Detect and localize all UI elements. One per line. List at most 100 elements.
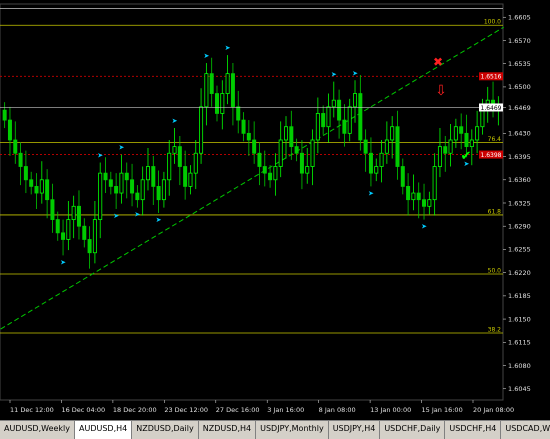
price-chart[interactable]: 100.0 76.4 61.8 50.0 38.2 1.6516 1.6398 ➤ ➤ ➤ ➤ ➤ ➤ ➤… — [0, 0, 550, 420]
candle-body — [448, 139, 453, 154]
candle-body — [7, 119, 12, 141]
candle-body — [183, 166, 188, 187]
fractal-down-icon: ➤ — [368, 189, 374, 197]
chart-tab[interactable]: USDCHF,H4 — [445, 421, 502, 439]
candle-body — [167, 152, 172, 181]
y-tick-label: 1.6395 — [508, 153, 531, 161]
fractal-up-icon: ➤ — [97, 152, 103, 160]
candle-body — [161, 179, 166, 201]
candle-body — [294, 146, 299, 154]
candle-body — [331, 99, 336, 108]
candle-body — [135, 192, 140, 201]
candle-body — [437, 146, 442, 167]
candle-body — [289, 126, 294, 148]
candle-body — [45, 179, 50, 201]
candle-body — [241, 119, 246, 134]
candle-body — [220, 93, 225, 114]
chart-tab[interactable]: AUDUSD,Weekly — [0, 421, 75, 439]
candle-body — [459, 126, 464, 134]
candle-body — [66, 219, 71, 240]
x-tick-label: 11 Dec 12:00 — [10, 406, 54, 414]
y-tick-label: 1.6150 — [508, 315, 531, 323]
chart-tab[interactable]: NZDUSD,Daily — [132, 421, 199, 439]
candle-body — [114, 186, 119, 194]
candle-body — [39, 179, 44, 194]
candle-body — [326, 106, 331, 128]
candle-body — [92, 219, 97, 254]
candle-body — [82, 225, 87, 240]
candle-body — [406, 186, 411, 201]
candle-body — [395, 126, 400, 167]
chart-tab[interactable]: AUDUSD,H4 — [75, 421, 133, 439]
candle-body — [29, 179, 34, 187]
fractal-down-icon: ➤ — [60, 258, 66, 266]
candle-body — [353, 93, 358, 108]
fractal-up-icon: ➤ — [119, 144, 125, 152]
candle-body — [342, 119, 347, 134]
candle-body — [172, 146, 177, 154]
candle-body — [379, 152, 384, 167]
candle-body — [390, 126, 395, 141]
candle-body — [87, 239, 92, 254]
candle-body — [310, 139, 315, 167]
fib-level-label: 100.0 — [484, 19, 501, 26]
candle-body — [61, 232, 66, 240]
candle-body — [453, 126, 458, 141]
candle-body — [193, 152, 198, 174]
fractal-up-icon: ➤ — [352, 69, 358, 77]
candle-body — [400, 166, 405, 187]
fractal-down-icon: ➤ — [134, 211, 140, 219]
candle-body — [278, 139, 283, 167]
fractal-up-icon: ➤ — [225, 44, 231, 52]
fib-level-label: 76.4 — [488, 136, 502, 143]
candle-body — [18, 152, 23, 167]
chart-tab[interactable]: USDJPY,Monthly — [256, 421, 329, 439]
candle-body — [384, 139, 389, 154]
chart-tab[interactable]: USDCAD,Week — [501, 421, 550, 439]
candle-body — [262, 166, 267, 174]
y-tick-label: 1.6430 — [508, 130, 531, 138]
candle-body — [257, 152, 262, 167]
x-tick-label: 16 Dec 04:00 — [61, 406, 105, 414]
chart-tab[interactable]: USDCHF,Daily — [380, 421, 446, 439]
candle-body — [214, 93, 219, 114]
fib-level-label: 38.2 — [488, 327, 502, 334]
cross-icon: ✖ — [433, 55, 443, 69]
candle-body — [188, 172, 193, 187]
x-tick-label: 20 Jan 08:00 — [473, 406, 514, 414]
fib-level-label: 50.0 — [488, 267, 502, 274]
candle-body — [464, 132, 469, 148]
chart-canvas[interactable]: 100.0 76.4 61.8 50.0 38.2 1.6516 1.6398 ➤ ➤ ➤ ➤ ➤ ➤ ➤… — [0, 0, 550, 420]
candle-body — [55, 219, 60, 234]
y-tick-label: 1.6045 — [508, 385, 531, 393]
y-tick-label: 1.6220 — [508, 269, 531, 277]
x-tick-label: 23 Dec 12:00 — [164, 406, 208, 414]
candle-body — [469, 139, 474, 148]
candle-body — [236, 106, 241, 121]
candle-body — [108, 179, 113, 187]
candle-body — [76, 205, 81, 227]
candle-body — [299, 152, 304, 174]
candle-body — [422, 199, 427, 207]
candle-body — [246, 132, 251, 141]
candle-body — [416, 192, 421, 201]
chart-tab[interactable]: NZDUSD,H4 — [199, 421, 257, 439]
chart-tab[interactable]: USDJPY,H4 — [329, 421, 381, 439]
candle-body — [199, 106, 204, 154]
check-icon: ✔ — [461, 149, 472, 164]
fractal-up-icon: ➤ — [172, 117, 178, 125]
candle-body — [34, 186, 39, 194]
fib-level-label: 61.8 — [488, 208, 502, 215]
x-tick-label: 27 Dec 16:00 — [216, 406, 260, 414]
candle-body — [230, 73, 235, 108]
y-tick-label: 1.6605 — [508, 14, 531, 22]
down-arrow-icon: ⇩ — [435, 83, 447, 99]
candle-body — [225, 73, 230, 94]
candle-body — [374, 166, 379, 174]
candle-body — [252, 139, 257, 154]
x-tick-label: 15 Jan 16:00 — [422, 406, 463, 414]
y-tick-label: 1.6185 — [508, 292, 531, 300]
candle-body — [363, 139, 368, 154]
x-tick-label: 18 Dec 20:00 — [113, 406, 157, 414]
y-tick-label: 1.6290 — [508, 223, 531, 231]
